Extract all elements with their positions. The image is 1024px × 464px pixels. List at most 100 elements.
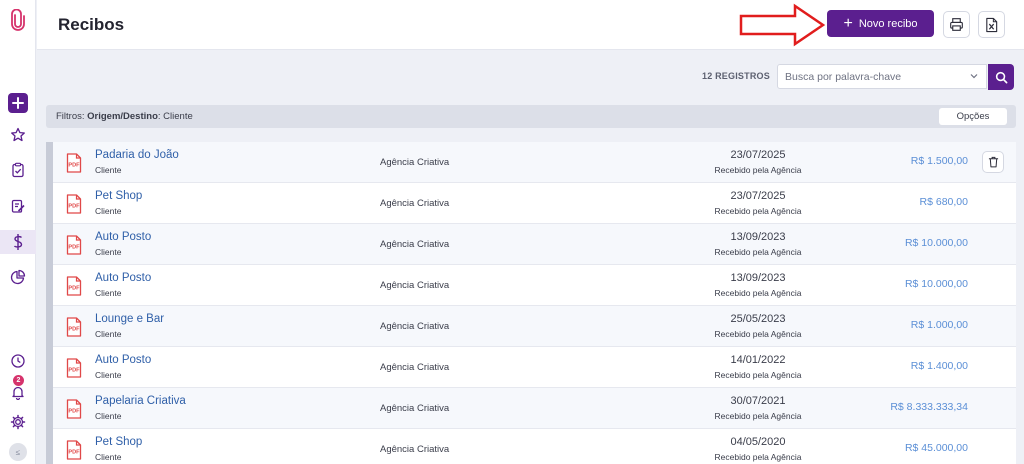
table-row[interactable]: PDF Pet Shop Cliente Agência Criativa 04/05/… bbox=[46, 429, 1016, 464]
delete-button[interactable] bbox=[982, 151, 1004, 173]
receipt-date: 13/09/2023 bbox=[730, 272, 786, 284]
client-type: Cliente bbox=[95, 452, 122, 462]
pdf-file-icon[interactable]: PDF bbox=[65, 153, 83, 178]
search-field[interactable] bbox=[777, 64, 987, 89]
receipt-status: Recebido pela Agência bbox=[714, 452, 802, 462]
search-input[interactable] bbox=[778, 65, 958, 88]
row-indicator bbox=[46, 224, 53, 265]
agency-name: Agência Criativa bbox=[380, 444, 450, 455]
table-row[interactable]: PDF Padaria do João Cliente Agência Criativ… bbox=[46, 142, 1016, 183]
row-indicator bbox=[46, 183, 53, 224]
receipt-status: Recebido pela Agência bbox=[714, 247, 802, 257]
agency-name: Agência Criativa bbox=[380, 362, 450, 373]
pdf-file-icon[interactable]: PDF bbox=[65, 317, 83, 342]
table-row[interactable]: PDF Papelaria Criativa Cliente Agência Cria… bbox=[46, 388, 1016, 429]
pdf-file-icon[interactable]: PDF bbox=[65, 194, 83, 219]
receipt-status: Recebido pela Agência bbox=[714, 329, 802, 339]
print-button[interactable] bbox=[943, 11, 970, 38]
client-name-link[interactable]: Auto Posto bbox=[95, 272, 151, 284]
client-type: Cliente bbox=[95, 370, 122, 380]
table-row[interactable]: PDF Auto Posto Cliente Agência Criativa 13/0… bbox=[46, 265, 1016, 306]
receipt-value: R$ 45.000,00 bbox=[904, 442, 968, 454]
agency-name: Agência Criativa bbox=[380, 198, 450, 209]
receipt-value: R$ 1.000,00 bbox=[910, 319, 968, 331]
client-name-link[interactable]: Auto Posto bbox=[95, 354, 151, 366]
client-type: Cliente bbox=[95, 288, 122, 298]
table-row[interactable]: PDF Auto Posto Cliente Agência Criativa 13/0… bbox=[46, 224, 1016, 265]
receipt-status: Recebido pela Agência bbox=[714, 288, 802, 298]
excel-file-icon bbox=[986, 17, 998, 32]
row-indicator bbox=[46, 142, 53, 183]
add-icon[interactable] bbox=[0, 91, 36, 115]
agency-name: Agência Criativa bbox=[380, 321, 450, 332]
svg-text:PDF: PDF bbox=[68, 368, 80, 374]
page-title: Recibos bbox=[58, 15, 125, 34]
dollar-icon[interactable] bbox=[0, 230, 36, 254]
client-name-link[interactable]: Pet Shop bbox=[95, 436, 142, 448]
agency-name: Agência Criativa bbox=[380, 403, 450, 414]
svg-text:PDF: PDF bbox=[68, 450, 80, 456]
row-indicator bbox=[46, 265, 53, 306]
svg-text:PDF: PDF bbox=[68, 286, 80, 292]
chevron-down-icon[interactable] bbox=[970, 73, 978, 79]
pdf-file-icon[interactable]: PDF bbox=[65, 440, 83, 464]
row-indicator bbox=[46, 347, 53, 388]
clock-icon[interactable] bbox=[0, 349, 36, 373]
receipt-value: R$ 1.400,00 bbox=[910, 360, 968, 372]
client-type: Cliente bbox=[95, 206, 122, 216]
svg-text:PDF: PDF bbox=[68, 245, 80, 251]
client-name-link[interactable]: Pet Shop bbox=[95, 190, 142, 202]
table-row[interactable]: PDF Auto Posto Cliente Agência Criativa 14/0… bbox=[46, 347, 1016, 388]
sidebar: 2 ≤ bbox=[0, 0, 36, 464]
table-row[interactable]: PDF Pet Shop Cliente Agência Criativa 23/07/… bbox=[46, 183, 1016, 224]
search-button[interactable] bbox=[988, 64, 1014, 90]
new-receipt-button[interactable]: + Novo recibo bbox=[827, 10, 934, 37]
receipt-value: R$ 8.333.333,34 bbox=[890, 401, 968, 413]
table-row[interactable]: PDF Lounge e Bar Cliente Agência Criativa 25… bbox=[46, 306, 1016, 347]
red-arrow-annotation-icon bbox=[739, 3, 826, 47]
receipt-date: 23/07/2025 bbox=[730, 190, 786, 202]
row-indicator bbox=[46, 429, 53, 464]
client-name-link[interactable]: Auto Posto bbox=[95, 231, 151, 243]
search-icon bbox=[995, 71, 1007, 83]
client-type: Cliente bbox=[95, 165, 122, 175]
client-name-link[interactable]: Papelaria Criativa bbox=[95, 395, 186, 407]
pdf-file-icon[interactable]: PDF bbox=[65, 276, 83, 301]
new-receipt-label: Novo recibo bbox=[858, 17, 918, 30]
receipt-date: 23/07/2025 bbox=[730, 149, 786, 161]
record-count: 12 REGISTROS bbox=[702, 71, 770, 81]
client-type: Cliente bbox=[95, 329, 122, 339]
svg-text:PDF: PDF bbox=[68, 163, 80, 169]
user-avatar[interactable]: ≤ bbox=[0, 440, 36, 464]
clipboard-check-icon[interactable] bbox=[0, 158, 36, 182]
receipt-value: R$ 1.500,00 bbox=[910, 155, 968, 167]
client-name-link[interactable]: Padaria do João bbox=[95, 149, 179, 161]
paperclip-logo-icon[interactable] bbox=[0, 8, 36, 32]
agency-name: Agência Criativa bbox=[380, 280, 450, 291]
receipt-value: R$ 680,00 bbox=[919, 196, 968, 208]
bell-icon[interactable]: 2 bbox=[0, 375, 36, 404]
edit-document-icon[interactable] bbox=[0, 194, 36, 218]
agency-name: Agência Criativa bbox=[380, 239, 450, 250]
star-icon[interactable] bbox=[0, 123, 36, 147]
notification-badge: 2 bbox=[13, 375, 24, 386]
pie-chart-icon[interactable] bbox=[0, 265, 36, 289]
printer-icon bbox=[950, 18, 963, 31]
agency-name: Agência Criativa bbox=[380, 157, 450, 168]
client-type: Cliente bbox=[95, 411, 122, 421]
pdf-file-icon[interactable]: PDF bbox=[65, 235, 83, 260]
receipt-date: 30/07/2021 bbox=[730, 395, 786, 407]
client-name-link[interactable]: Lounge e Bar bbox=[95, 313, 164, 325]
filter-field: Origem/Destino bbox=[87, 111, 158, 122]
pdf-file-icon[interactable]: PDF bbox=[65, 358, 83, 383]
avatar-initial: ≤ bbox=[9, 443, 27, 461]
receipt-status: Recebido pela Agência bbox=[714, 411, 802, 421]
options-button[interactable]: Opções bbox=[939, 108, 1007, 125]
pdf-file-icon[interactable]: PDF bbox=[65, 399, 83, 424]
gear-icon[interactable] bbox=[0, 410, 36, 434]
svg-text:PDF: PDF bbox=[68, 204, 80, 210]
filter-summary: Filtros: Origem/Destino: Cliente bbox=[56, 111, 193, 122]
trash-icon bbox=[988, 156, 998, 168]
export-excel-button[interactable] bbox=[978, 11, 1005, 38]
filter-prefix: Filtros: bbox=[56, 111, 85, 122]
